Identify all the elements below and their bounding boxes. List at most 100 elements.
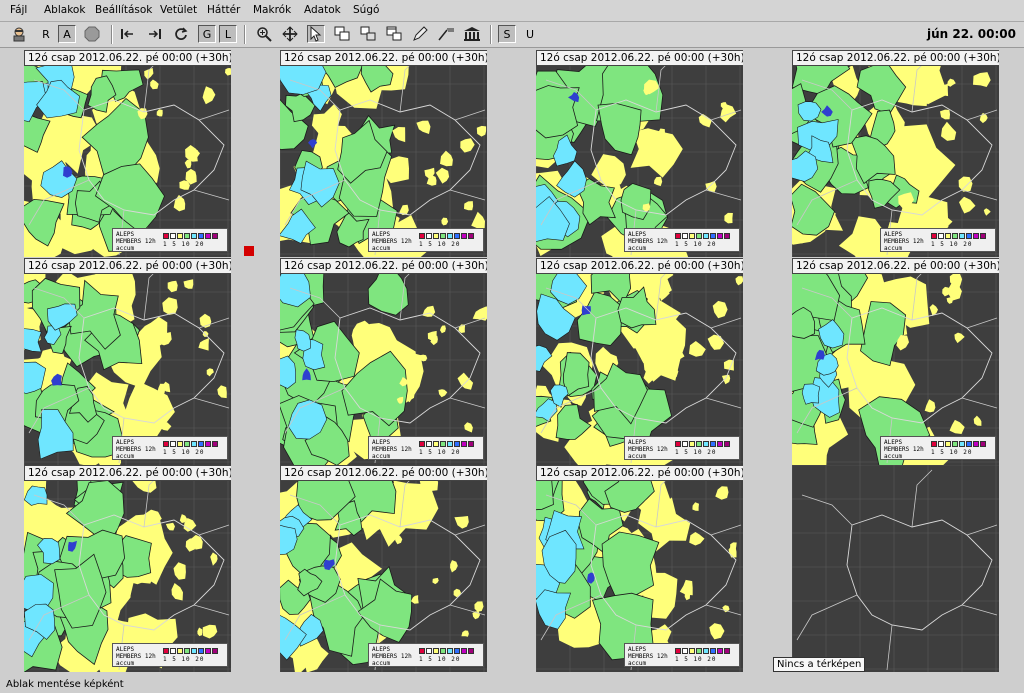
legend-swatch (717, 648, 723, 654)
g-button[interactable]: G (198, 25, 216, 43)
precipitation-map (280, 258, 487, 465)
legend-scale: 1 5 10 20 (419, 656, 461, 663)
legend-swatch (419, 233, 425, 239)
menu-data[interactable]: Adatok (304, 4, 341, 16)
panel-title: 12ó csap 2012.06.22. pé 00:00 (+30h) (792, 50, 999, 66)
building-icon[interactable] (463, 25, 481, 43)
legend-scale: 1 5 10 20 (931, 241, 973, 248)
map-panel[interactable]: 12ó csap 2012.06.22. pé 00:00 (+30h) ALEP… (792, 258, 999, 465)
legend-scale: 1 5 10 20 (163, 241, 205, 248)
menu-settings[interactable]: Beállítások (95, 4, 152, 16)
legend-swatch (689, 648, 695, 654)
legend-swatch (710, 648, 716, 654)
u-button[interactable]: U (521, 25, 539, 43)
map-panel[interactable]: 12ó csap 2012.06.22. pé 00:00 (+30h) ALEP… (24, 465, 231, 672)
menu-background[interactable]: Háttér (207, 4, 240, 16)
map-panel[interactable]: 12ó csap 2012.06.22. pé 00:00 (+30h) ALEP… (24, 50, 231, 257)
menu-bar: Fájl Ablakok Beállítások Vetület Háttér … (0, 0, 1024, 22)
user-icon[interactable] (10, 25, 28, 43)
map-panel[interactable]: 12ó csap 2012.06.22. pé 00:00 (+30h) ALEP… (536, 258, 743, 465)
legend-swatch (966, 441, 972, 447)
legend-label: ALEPS MEMBERS 12h accum (116, 439, 156, 460)
pencil-icon[interactable] (411, 25, 429, 43)
loop-icon[interactable] (172, 25, 190, 43)
legend-swatch (952, 441, 958, 447)
skip-end-icon[interactable] (146, 25, 164, 43)
menu-windows[interactable]: Ablakok (44, 4, 85, 16)
legend-scale: 1 5 10 20 (419, 241, 461, 248)
map-legend: ALEPS MEMBERS 12h accum 1 5 10 20 (624, 436, 740, 460)
legend-swatch (454, 233, 460, 239)
legend-scale: 1 5 10 20 (931, 449, 973, 456)
legend-swatch (170, 441, 176, 447)
menu-projection[interactable]: Vetület (160, 4, 197, 16)
precipitation-map (536, 50, 743, 257)
map-panel[interactable]: 12ó csap 2012.06.22. pé 00:00 (+30h) ALEP… (536, 50, 743, 257)
pan-icon[interactable] (281, 25, 299, 43)
legend-swatch (696, 233, 702, 239)
map-legend: ALEPS MEMBERS 12h accum 1 5 10 20 (112, 436, 228, 460)
precipitation-map (792, 465, 999, 672)
legend-swatch (419, 441, 425, 447)
map-panel[interactable]: 12ó csap 2012.06.22. pé 00:00 (+30h) ALEP… (280, 258, 487, 465)
r-button[interactable]: R (37, 25, 55, 43)
legend-swatch (454, 648, 460, 654)
legend-swatch (703, 441, 709, 447)
precipitation-map (792, 258, 999, 465)
legend-swatch (198, 648, 204, 654)
legend-swatch (973, 441, 979, 447)
menu-file[interactable]: Fájl (10, 4, 27, 16)
skip-start-icon[interactable] (118, 25, 136, 43)
marker-tool-icon[interactable] (437, 25, 455, 43)
legend-swatch (703, 233, 709, 239)
legend-swatch (205, 441, 211, 447)
legend-swatch (973, 233, 979, 239)
red-marker[interactable] (244, 246, 254, 256)
legend-swatch (931, 441, 937, 447)
map-panel[interactable]: 12ó csap 2012.06.22. pé 00:00 (+30h) ALEP… (280, 465, 487, 672)
legend-swatch (454, 441, 460, 447)
legend-swatch (461, 233, 467, 239)
map-panel[interactable]: 12ó csap 2012.06.22. pé 00:00 (+30h) ALEP… (24, 258, 231, 465)
map-panel[interactable]: 12ó csap 2012.06.22. pé 00:00 (+30h) ALEP… (536, 465, 743, 672)
l-button[interactable]: L (219, 25, 237, 43)
legend-swatch (938, 441, 944, 447)
legend-swatch (938, 233, 944, 239)
legend-swatch (696, 648, 702, 654)
pointer-icon[interactable] (307, 25, 325, 43)
legend-scale: 1 5 10 20 (675, 449, 717, 456)
map-legend: ALEPS MEMBERS 12h accum 1 5 10 20 (112, 228, 228, 252)
legend-swatch (966, 233, 972, 239)
toolbar-separator (111, 25, 113, 44)
legend-swatch (724, 648, 730, 654)
map-panel[interactable]: 12ó csap 2012.06.22. pé 00:00 (+30h) ALEP… (792, 50, 999, 257)
legend-swatch (426, 233, 432, 239)
legend-swatch (163, 648, 169, 654)
legend-scale: 1 5 10 20 (163, 656, 205, 663)
legend-swatch (689, 233, 695, 239)
legend-swatch (163, 233, 169, 239)
legend-swatch (696, 441, 702, 447)
precipitation-map (536, 258, 743, 465)
s-button[interactable]: S (498, 25, 516, 43)
map-panel[interactable] (792, 465, 999, 672)
map-panel[interactable]: 12ó csap 2012.06.22. pé 00:00 (+30h) ALEP… (280, 50, 487, 257)
legend-swatch (461, 441, 467, 447)
legend-label: ALEPS MEMBERS 12h accum (116, 646, 156, 667)
menu-help[interactable]: Súgó (353, 4, 379, 16)
legend-swatch (184, 233, 190, 239)
zoom-icon[interactable] (255, 25, 273, 43)
stop-icon[interactable] (83, 25, 101, 43)
legend-swatch (184, 648, 190, 654)
a-button[interactable]: A (58, 25, 76, 43)
arrange-window-icon[interactable] (359, 25, 377, 43)
panel-title: 12ó csap 2012.06.22. pé 00:00 (+30h) (280, 258, 487, 274)
legend-label: ALEPS MEMBERS 12h accum (884, 231, 924, 252)
legend-swatch (163, 441, 169, 447)
copy-window-icon[interactable] (333, 25, 351, 43)
legend-swatch (461, 648, 467, 654)
menu-macros[interactable]: Makrók (253, 4, 291, 16)
legend-swatch (198, 441, 204, 447)
legend-label: ALEPS MEMBERS 12h accum (372, 231, 412, 252)
tile-window-icon[interactable] (385, 25, 403, 43)
